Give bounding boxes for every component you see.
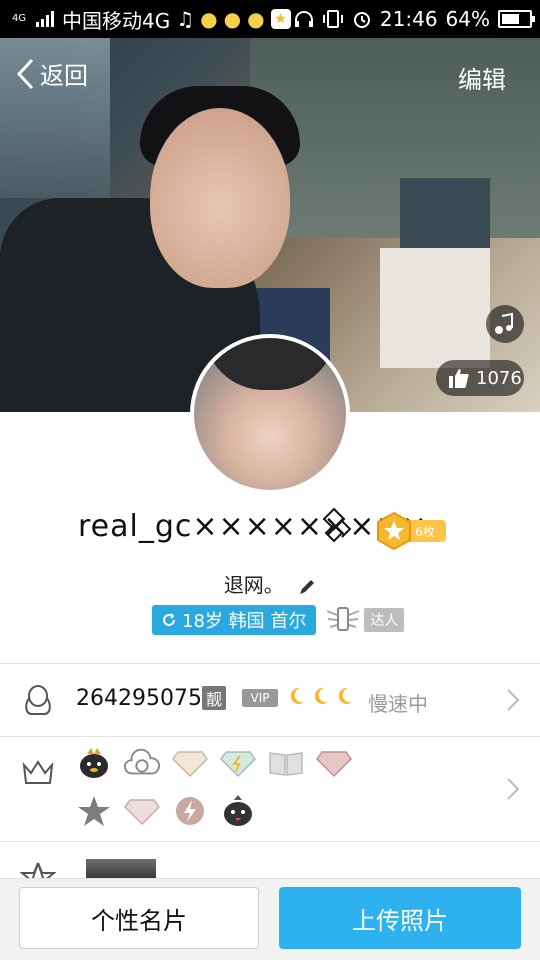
upload-photo-button[interactable]: 上传照片	[279, 887, 521, 949]
signature[interactable]: 退网。	[0, 569, 540, 598]
diamond-badge-icon	[172, 745, 208, 781]
penguin-badge-icon	[76, 745, 112, 781]
notification-icon: ●	[247, 7, 265, 31]
lightning-badge-icon	[172, 793, 208, 829]
music-button[interactable]	[486, 305, 524, 343]
bird-badge-icon	[220, 793, 256, 829]
back-button[interactable]: 返回	[16, 56, 88, 91]
level-moons	[288, 686, 354, 706]
badges-row[interactable]	[0, 737, 540, 841]
location-text: 18岁 韩国 首尔	[182, 611, 307, 632]
photos-row[interactable]	[0, 843, 540, 883]
diamond-badge-icon	[124, 793, 160, 829]
profile-tags: 18岁 韩国 首尔 达人	[152, 605, 405, 635]
carrier-label: 中国移动4G	[62, 8, 171, 33]
speed-status: 慢速中	[368, 692, 428, 716]
diamond-badge-icon	[316, 745, 352, 781]
chevron-right-icon	[507, 778, 520, 800]
profile-card-button[interactable]: 个性名片	[19, 887, 259, 949]
signal-icon	[36, 11, 54, 27]
thumbs-up-icon	[449, 369, 469, 388]
moon-icon	[338, 687, 352, 704]
star-app-icon: ★	[270, 9, 291, 29]
moon-icon	[314, 687, 328, 704]
badge-list	[76, 745, 396, 829]
bottom-bar: 个性名片 上传照片	[0, 878, 540, 960]
battery-fill	[502, 14, 519, 24]
vip-badge: VIP	[242, 689, 278, 707]
headphones-icon	[294, 11, 313, 27]
book-badge-icon	[268, 745, 304, 781]
like-button[interactable]: 1076	[436, 360, 524, 396]
like-count: 1076	[476, 367, 522, 389]
alarm-icon	[353, 12, 370, 28]
vibrate-icon	[322, 10, 343, 28]
cloud-badge-icon	[124, 745, 160, 781]
edit-button[interactable]: 编辑	[458, 60, 506, 95]
back-label: 返回	[40, 62, 88, 90]
moon-icon	[290, 687, 304, 704]
time-label: 21:46	[379, 7, 438, 31]
battery-percent: 64%	[445, 7, 490, 31]
refresh-icon	[163, 613, 175, 626]
vip-level-badge[interactable]: 6枚	[374, 511, 446, 551]
qq-number: 2642950756	[76, 686, 216, 711]
music-note-icon	[495, 312, 513, 334]
status-bar: 4G 中国移动4G ♫ ● ● ● ★ 21:46 64%	[0, 0, 540, 38]
age-location-tag[interactable]: 18岁 韩国 首尔	[152, 605, 317, 635]
diamond-deco-icon	[322, 507, 352, 543]
notification-icon: ●	[223, 7, 242, 31]
divider	[0, 841, 540, 842]
name-row: real_gc××××××××× 6枚	[0, 505, 540, 555]
avatar[interactable]	[190, 334, 350, 494]
diamond-badge-icon	[220, 745, 256, 781]
daren-badge[interactable]: 达人	[326, 605, 405, 635]
star-badge-icon	[377, 511, 411, 551]
qq-penguin-icon	[25, 685, 51, 715]
crown-icon	[22, 760, 54, 784]
liang-badge: 靓	[202, 686, 226, 710]
qq-number-row[interactable]: 2642950756 靓 VIP 慢速中	[0, 664, 540, 736]
signature-text: 退网。	[223, 573, 284, 597]
battery-icon	[498, 10, 535, 28]
pencil-icon	[300, 579, 315, 594]
chevron-right-icon	[507, 689, 520, 711]
notification-icon: ●	[200, 7, 218, 31]
daren-label: 达人	[364, 608, 405, 632]
chevron-left-icon	[16, 58, 34, 89]
winged-phone-icon	[326, 607, 360, 631]
signal-label: 4G	[11, 13, 27, 24]
star-badge-icon	[76, 793, 112, 829]
music-note-icon: ♫	[176, 7, 195, 31]
